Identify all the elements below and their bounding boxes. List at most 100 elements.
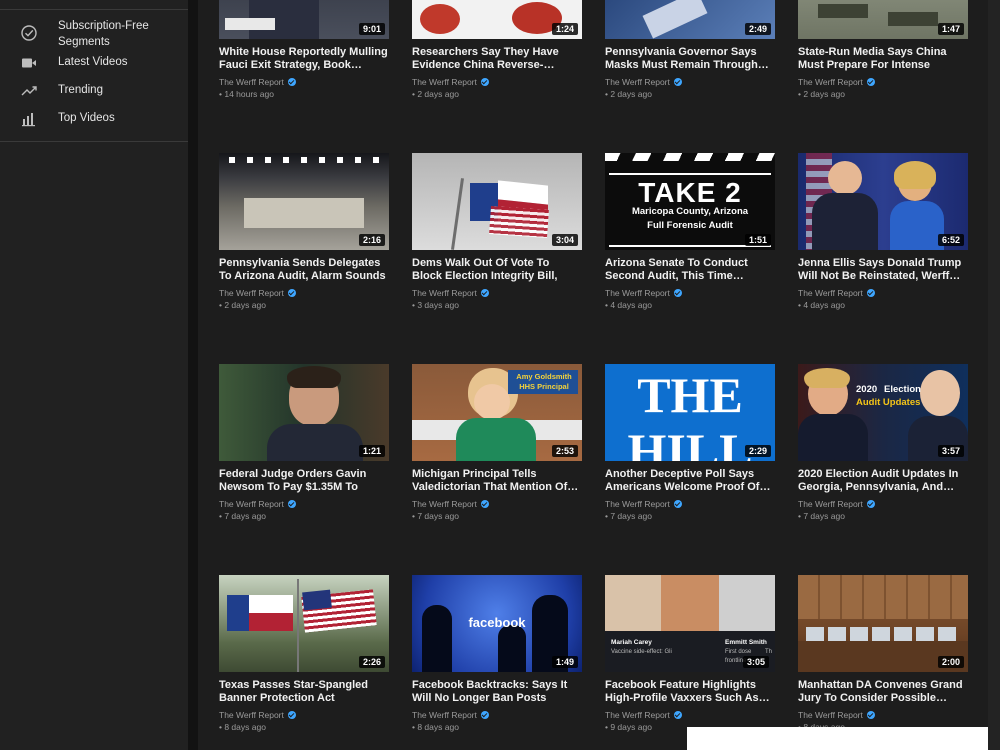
channel-name[interactable]: The Werff Report [412, 77, 489, 87]
video-title[interactable]: Dems Walk Out Of Vote To Block Election … [412, 257, 582, 283]
channel-name[interactable]: The Werff Report [798, 499, 875, 509]
video-title[interactable]: Another Deceptive Poll Says Americans We… [605, 468, 775, 494]
video-age: • 2 days ago [412, 89, 459, 99]
verified-badge-icon [287, 711, 296, 719]
channel-name[interactable]: The Werff Report [219, 288, 296, 298]
video-age: • 2 days ago [605, 89, 652, 99]
video-title[interactable]: Arizona Senate To Conduct Second Audit, … [605, 257, 775, 283]
verified-badge-icon [287, 500, 296, 508]
scrollbar[interactable] [988, 0, 1000, 750]
verified-badge-icon [866, 289, 875, 297]
sidebar-item-top-videos[interactable]: Top Videos [0, 110, 188, 128]
channel-name[interactable]: The Werff Report [412, 288, 489, 298]
channel-name[interactable]: The Werff Report [219, 77, 296, 87]
facebook-logo-text: facebook [468, 615, 526, 630]
video-thumbnail[interactable]: 2020 Election Audit Updates 3:57 [798, 364, 968, 461]
video-title[interactable]: Pennsylvania Sends Delegates To Arizona … [219, 257, 389, 283]
video-thumbnail[interactable]: 2:16 [219, 153, 389, 250]
verified-badge-icon [673, 289, 682, 297]
video-thumbnail[interactable]: TAKE 2 Maricopa County, Arizona Full For… [605, 153, 775, 250]
sidebar-item-label: Latest Videos [58, 56, 128, 68]
video-title[interactable]: Michigan Principal Tells Valedictorian T… [412, 468, 582, 494]
channel-name[interactable]: The Werff Report [605, 710, 682, 720]
video-thumbnail[interactable]: 6:52 [798, 153, 968, 250]
video-title[interactable]: State-Run Media Says China Must Prepare … [798, 46, 968, 72]
channel-name[interactable]: The Werff Report [605, 77, 682, 87]
thumbnail-title-text: TAKE 2 [638, 177, 742, 208]
verified-badge-icon [480, 500, 489, 508]
sidebar-item-subscription-free-segments[interactable]: Subscription-Free Segments [0, 18, 188, 50]
video-age: • 3 days ago [412, 300, 459, 310]
video-title[interactable]: Texas Passes Star-Spangled Banner Protec… [219, 679, 389, 705]
thumbnail-caption: HHS Principal [519, 382, 569, 391]
verified-badge-icon [673, 500, 682, 508]
video-thumbnail[interactable]: 9:01 [219, 0, 389, 39]
video-duration: 2:16 [358, 234, 385, 246]
video-title[interactable]: Facebook Backtracks: Says It Will No Lon… [412, 679, 582, 705]
post-author: Emmitt Smith [725, 639, 767, 646]
thumbnail-subtitle-text: Full Forensic Audit [647, 220, 733, 231]
video-title[interactable]: Jenna Ellis Says Donald Trump Will Not B… [798, 257, 968, 283]
post-text: Th [765, 649, 773, 655]
channel-name[interactable]: The Werff Report [219, 499, 296, 509]
video-duration: 2:29 [744, 445, 771, 457]
video-age: • 7 days ago [605, 511, 652, 521]
video-age: • 8 days ago [219, 722, 266, 732]
video-age: • 7 days ago [219, 511, 266, 521]
channel-name[interactable]: The Werff Report [412, 710, 489, 720]
video-title[interactable]: White House Reportedly Mulling Fauci Exi… [219, 46, 389, 72]
video-thumbnail[interactable]: 1:21 [219, 364, 389, 461]
overlay-panel[interactable] [687, 727, 988, 750]
sidebar-item-trending[interactable]: Trending [0, 82, 188, 100]
video-thumbnail[interactable]: Mariah Carey Vaccine side-effect: Gli Em… [605, 575, 775, 672]
video-age: • 14 hours ago [219, 89, 274, 99]
sidebar-item-label: Trending [58, 84, 103, 96]
video-thumbnail[interactable]: 1:47 [798, 0, 968, 39]
video-grid: 9:01 White House Reportedly Mulling Fauc… [198, 0, 988, 750]
sidebar-item-label: Top Videos [58, 112, 115, 124]
video-thumbnail[interactable]: 3:04 [412, 153, 582, 250]
channel-name[interactable]: The Werff Report [605, 288, 682, 298]
video-thumbnail[interactable]: 2:26 [219, 575, 389, 672]
sidebar-item-latest-videos[interactable]: Latest Videos [0, 54, 188, 72]
channel-name[interactable]: The Werff Report [605, 499, 682, 509]
post-author: Mariah Carey [611, 639, 652, 646]
thumbnail-logo-text: THE [637, 367, 743, 423]
sidebar-divider [0, 9, 188, 10]
verified-badge-icon [673, 711, 682, 719]
video-title[interactable]: Researchers Say They Have Evidence China… [412, 46, 582, 72]
video-title[interactable]: Facebook Feature Highlights High-Profile… [605, 679, 775, 705]
video-thumbnail[interactable]: facebook 1:49 [412, 575, 582, 672]
bar-chart-icon [22, 113, 35, 127]
video-duration: 1:21 [358, 445, 385, 457]
video-thumbnail[interactable]: 2:49 [605, 0, 775, 39]
verified-badge-icon [673, 78, 682, 86]
channel-name[interactable]: The Werff Report [219, 710, 296, 720]
channel-name[interactable]: The Werff Report [798, 288, 875, 298]
video-duration: 2:49 [744, 23, 771, 35]
video-title[interactable]: Manhattan DA Convenes Grand Jury To Cons… [798, 679, 968, 705]
video-duration: 2:00 [937, 656, 964, 668]
video-title[interactable]: Federal Judge Orders Gavin Newsom To Pay… [219, 468, 389, 494]
verified-badge-icon [480, 78, 489, 86]
video-title[interactable]: Pennsylvania Governor Says Masks Must Re… [605, 46, 775, 72]
channel-name[interactable]: The Werff Report [798, 77, 875, 87]
video-thumbnail[interactable]: THE HILL 2:29 [605, 364, 775, 461]
video-thumbnail[interactable]: 2:00 [798, 575, 968, 672]
verified-badge-icon [480, 289, 489, 297]
video-thumbnail[interactable]: Amy Goldsmith HHS Principal 2:53 [412, 364, 582, 461]
video-age: • 7 days ago [412, 511, 459, 521]
video-age: • 2 days ago [219, 300, 266, 310]
channel-name[interactable]: The Werff Report [412, 499, 489, 509]
channel-name[interactable]: The Werff Report [798, 710, 875, 720]
thumbnail-caption: Audit Updates [856, 397, 921, 408]
video-thumbnail[interactable]: 1:24 [412, 0, 582, 39]
video-duration: 3:57 [937, 445, 964, 457]
video-title[interactable]: 2020 Election Audit Updates In Georgia, … [798, 468, 968, 494]
video-duration: 6:52 [937, 234, 964, 246]
verified-badge-icon [866, 711, 875, 719]
sidebar-item-label: Subscription-Free Segments [58, 20, 149, 48]
verified-badge-icon [866, 500, 875, 508]
video-duration: 1:51 [744, 234, 771, 246]
verified-badge-icon [480, 711, 489, 719]
